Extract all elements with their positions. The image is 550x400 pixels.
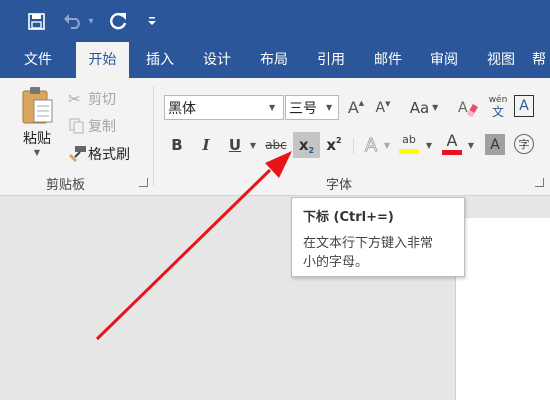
character-border-button[interactable]: A <box>514 95 534 117</box>
highlight-dropdown-icon[interactable]: ▼ <box>424 136 434 154</box>
underline-dropdown-icon[interactable]: ▼ <box>248 136 258 154</box>
phonetic-guide-bottom: 文 <box>491 105 504 119</box>
ribbon-home: 粘贴 ▼ ✂ 剪切 复制 格式刷 剪贴板 黑体 ▼ 三号 ▼ A ▲ A ▼ Aa … <box>0 78 550 196</box>
font-color-bar <box>442 150 462 155</box>
font-color-icon: A <box>446 131 458 150</box>
cut-label: 剪切 <box>88 92 116 108</box>
shrink-font-icon: A <box>375 99 386 116</box>
change-case-dropdown-icon[interactable]: ▼ <box>432 103 438 112</box>
tab-insert[interactable]: 插入 <box>134 42 186 78</box>
format-painter-icon <box>69 146 86 162</box>
phonetic-guide-button[interactable]: wén 文 <box>486 93 510 121</box>
enclose-characters-icon: 字 <box>518 138 530 151</box>
highlight-color-bar <box>399 149 419 154</box>
tooltip-description-line2: 小的字母。 <box>303 255 369 270</box>
svg-text:A: A <box>458 100 468 116</box>
format-painter-label: 格式刷 <box>88 147 130 163</box>
tooltip-description-line1: 在文本行下方键入非常 <box>303 236 434 251</box>
font-color-dropdown-icon[interactable]: ▼ <box>466 136 476 154</box>
paste-dropdown-icon[interactable]: ▼ <box>34 148 40 157</box>
grow-font-button[interactable]: A ▲ <box>345 95 367 120</box>
text-effects-icon: A <box>364 134 378 156</box>
tab-design[interactable]: 设计 <box>191 42 243 78</box>
tab-file[interactable]: 文件 <box>12 42 64 78</box>
eraser-icon: A <box>458 100 478 117</box>
subscript-tooltip: 下标 (Ctrl+=) 在文本行下方键入非常 小的字母。 <box>291 197 465 277</box>
customize-qat-icon[interactable] <box>145 12 159 30</box>
tab-view[interactable]: 视图 <box>475 42 527 78</box>
character-shading-button[interactable]: A <box>485 134 505 155</box>
clipboard-group-label: 剪贴板 <box>46 178 86 193</box>
undo-icon[interactable] <box>62 11 84 31</box>
scissors-icon: ✂ <box>68 90 81 108</box>
format-painter-button[interactable]: 格式刷 <box>68 143 140 165</box>
tooltip-title: 下标 (Ctrl+=) <box>303 210 394 225</box>
undo-dropdown-icon[interactable]: ▾ <box>86 12 96 30</box>
copy-label: 复制 <box>88 119 116 135</box>
tab-home[interactable]: 开始 <box>76 42 129 78</box>
underline-button[interactable]: U <box>224 132 246 158</box>
enclose-characters-button[interactable]: 字 <box>514 134 534 154</box>
quick-access-toolbar: ▾ <box>0 0 550 42</box>
underline-icon: U <box>228 136 242 154</box>
grow-font-icon: A <box>347 98 359 117</box>
highlight-icon: ab <box>402 133 416 146</box>
subscript-icon-mark: 2 <box>308 145 315 155</box>
tab-references[interactable]: 引用 <box>305 42 357 78</box>
font-size-box[interactable]: 三号 ▼ <box>285 95 339 120</box>
font-group-label: 字体 <box>326 178 353 193</box>
font-name-value: 黑体 <box>168 100 196 117</box>
italic-icon: I <box>202 136 210 154</box>
change-case-icon: Aa <box>409 98 430 117</box>
text-effects-dropdown-icon[interactable]: ▼ <box>382 136 392 154</box>
group-separator <box>353 138 354 154</box>
phonetic-guide-top: wén <box>488 95 508 105</box>
tab-review[interactable]: 审阅 <box>418 42 470 78</box>
ribbon-tabs: 文件 开始 插入 设计 布局 引用 邮件 审阅 视图 帮 <box>0 42 550 78</box>
character-border-icon: A <box>519 98 529 114</box>
copy-icon <box>69 118 84 134</box>
clipboard-icon <box>22 87 53 124</box>
character-shading-icon: A <box>490 136 500 153</box>
shrink-font-button[interactable]: A ▼ <box>372 95 394 120</box>
strikethrough-button[interactable]: abc <box>262 132 290 158</box>
clear-formatting-button[interactable]: A <box>455 95 481 120</box>
redo-icon[interactable] <box>107 10 129 32</box>
strikethrough-icon: abc <box>265 138 287 152</box>
clipboard-launcher-icon[interactable] <box>139 178 148 187</box>
tab-mailings[interactable]: 邮件 <box>362 42 414 78</box>
text-effects-button[interactable]: A <box>360 132 382 158</box>
superscript-icon-base: x <box>326 136 337 154</box>
document-page[interactable] <box>455 218 550 400</box>
highlight-button[interactable]: ab <box>398 130 420 158</box>
subscript-icon-base: x <box>298 136 309 154</box>
font-color-button[interactable]: A <box>441 130 463 158</box>
bold-icon: B <box>171 136 183 154</box>
superscript-button[interactable]: x2 <box>322 132 346 158</box>
tab-help[interactable]: 帮 <box>532 42 550 78</box>
superscript-icon-mark: 2 <box>336 135 342 145</box>
group-separator <box>153 86 154 186</box>
font-launcher-icon[interactable] <box>535 178 544 187</box>
bold-button[interactable]: B <box>166 132 188 158</box>
paste-button[interactable]: 粘贴 ▼ <box>14 84 60 170</box>
change-case-button[interactable]: Aa ▼ <box>406 95 442 120</box>
cut-button[interactable]: ✂ 剪切 <box>68 88 128 110</box>
font-name-box[interactable]: 黑体 ▼ <box>164 95 284 120</box>
tab-layout[interactable]: 布局 <box>248 42 300 78</box>
paste-label: 粘贴 <box>23 131 51 147</box>
font-size-dropdown-icon[interactable]: ▼ <box>326 103 338 112</box>
subscript-button[interactable]: x2 <box>293 132 320 158</box>
font-size-value: 三号 <box>289 100 317 117</box>
copy-button[interactable]: 复制 <box>68 115 128 137</box>
save-icon[interactable] <box>26 11 46 31</box>
font-name-dropdown-icon[interactable]: ▼ <box>269 103 283 112</box>
italic-button[interactable]: I <box>195 132 217 158</box>
